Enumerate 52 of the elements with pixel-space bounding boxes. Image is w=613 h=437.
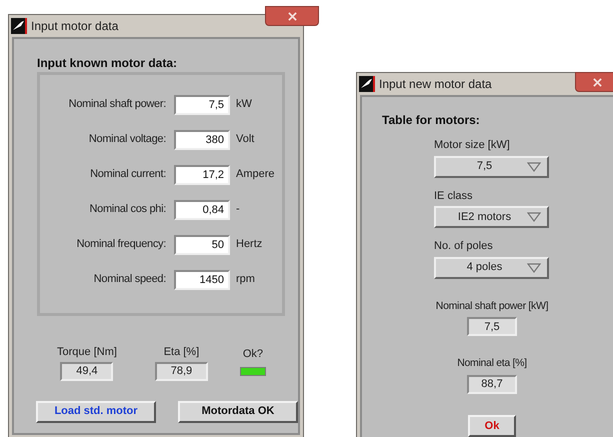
dropdown-label: Motor size [kW] [434, 138, 511, 153]
output-label: Nominal eta [%] [457, 356, 527, 372]
result-label: Torque [Nm] [57, 345, 117, 360]
field-label: Nominal frequency: [76, 237, 166, 252]
section-heading: Table for motors: [382, 112, 481, 129]
unit-label: Volt [236, 132, 254, 148]
input-field[interactable]: 1450 [174, 270, 230, 290]
close-icon [592, 78, 602, 86]
close-button[interactable] [265, 6, 319, 26]
dropdown[interactable]: 7,5 [434, 156, 549, 178]
unit-label: rpm [236, 272, 255, 288]
output-label: Nominal shaft power [kW] [436, 298, 548, 314]
dropdown-value: 4 poles [466, 260, 504, 276]
close-icon [288, 12, 296, 20]
push-button[interactable]: Ok [468, 415, 516, 437]
output-field: 7,5 [467, 317, 517, 336]
section-heading: Input known motor data: [37, 55, 178, 72]
input-field[interactable]: 50 [174, 234, 230, 254]
caret-icon [527, 162, 541, 172]
unit-label: kW [236, 97, 252, 112]
window-title: Input new motor data [379, 76, 492, 93]
result-label: Eta [%] [164, 345, 200, 360]
dropdown-label: IE class [434, 188, 474, 204]
dropdown[interactable]: 4 poles [434, 256, 549, 278]
caret-icon [527, 212, 541, 222]
app-logo-icon [11, 18, 27, 34]
app-logo-icon [359, 76, 375, 92]
field-label: Nominal speed: [92, 272, 166, 288]
indicator-label: Ok? [242, 347, 264, 362]
unit-label: Hertz [236, 237, 262, 252]
push-button[interactable]: Motordata OK [178, 400, 298, 422]
field-label: Nominal shaft power: [68, 97, 166, 112]
input-field[interactable]: 380 [174, 130, 230, 150]
unit-label: - [236, 202, 240, 218]
output-field: 78,9 [154, 362, 208, 380]
caret-icon [527, 262, 541, 272]
close-button[interactable] [575, 72, 613, 92]
dropdown[interactable]: IE2 motors [434, 206, 549, 228]
field-label: Nominal cos phi: [88, 202, 166, 218]
output-field: 49,4 [60, 362, 114, 380]
field-label: Nominal current: [89, 167, 166, 182]
input-field[interactable]: 17,2 [174, 164, 230, 184]
dropdown-value: 7,5 [476, 159, 494, 174]
dropdown-label: No. of poles [434, 239, 494, 254]
field-label: Nominal voltage: [88, 132, 166, 148]
push-button[interactable]: Load std. motor [36, 400, 156, 422]
window-title: Input motor data [31, 18, 118, 35]
dropdown-value: IE2 motors [456, 210, 512, 225]
output-field: 88,7 [467, 375, 517, 394]
input-field[interactable]: 0,84 [174, 200, 230, 220]
unit-label: Ampere [236, 167, 275, 182]
input-field[interactable]: 7,5 [174, 94, 230, 114]
